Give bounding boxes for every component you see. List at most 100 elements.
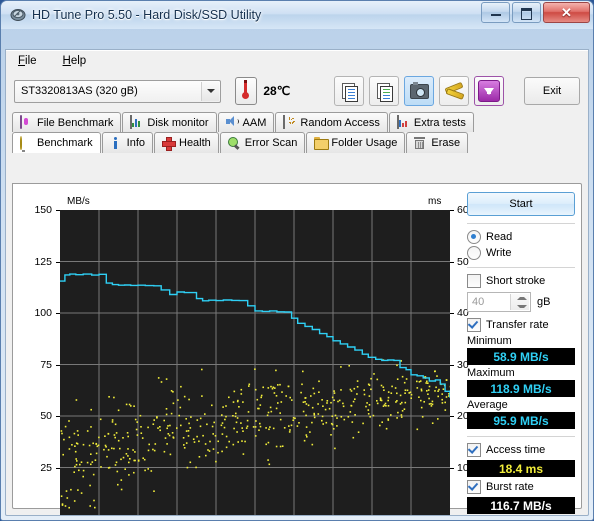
y-axis-tick	[56, 364, 60, 366]
access-time-label: Access time	[486, 444, 546, 456]
short-stroke-spinner[interactable]	[510, 294, 529, 310]
y2-axis-tick	[450, 313, 454, 314]
maximize-button[interactable]	[512, 2, 541, 23]
access-time-checkbox	[467, 443, 481, 457]
tab-label: Health	[179, 137, 211, 149]
window-controls: ✕	[481, 2, 590, 23]
plot-svg	[60, 210, 450, 515]
tab-row-2: Benchmark Info Health Error Scan Folder …	[12, 132, 582, 153]
tab-aam[interactable]: AAM	[217, 112, 275, 132]
red-cross-icon	[162, 136, 176, 151]
burst-rate-value-box: 116.7 MB/s	[467, 497, 575, 514]
spinner-down-icon[interactable]	[515, 302, 529, 310]
exit-label: Exit	[542, 85, 562, 97]
tab-label: Error Scan	[244, 137, 298, 149]
minimum-value-box: 58.9 MB/s	[467, 348, 575, 365]
extra-chart-icon	[396, 115, 410, 129]
burst-rate-checkbox	[467, 480, 481, 494]
flask-icon	[20, 115, 33, 129]
screenshot-button[interactable]	[404, 76, 435, 106]
burst-rate-value: 116.7 MB/s	[490, 498, 552, 513]
average-value: 95.9 MB/s	[493, 413, 549, 428]
temperature-group: 28℃	[235, 77, 290, 105]
folder-icon	[314, 136, 330, 150]
transfer-rate-checkbox	[467, 318, 481, 332]
tab-row-1: File Benchmark Disk monitor AAM Random A…	[12, 111, 582, 132]
options-button[interactable]	[439, 76, 470, 106]
disk-select-value: ST3320813AS (320 gB)	[21, 85, 138, 97]
checkbox-short-stroke[interactable]: Short stroke	[467, 274, 575, 288]
tab-info[interactable]: Info	[101, 132, 153, 153]
download-button[interactable]	[474, 76, 505, 106]
tab-label: Extra tests	[413, 116, 466, 129]
pencils-icon	[444, 81, 465, 100]
thermometer-icon	[235, 77, 258, 105]
tab-random-access[interactable]: Random Access	[275, 112, 388, 132]
average-label: Average	[467, 399, 508, 411]
radio-read[interactable]: Read	[467, 230, 575, 244]
close-button[interactable]: ✕	[543, 2, 590, 23]
plot-area	[60, 210, 450, 515]
burst-rate-label: Burst rate	[486, 481, 534, 493]
maximum-label: Maximum	[467, 367, 515, 379]
transfer-rate-label: Transfer rate	[486, 319, 549, 331]
window-title: HD Tune Pro 5.50 - Hard Disk/SSD Utility	[32, 8, 262, 22]
menu-help[interactable]: Help	[59, 53, 91, 69]
tab-label: Disk monitor	[147, 116, 209, 129]
temperature-value: 28℃	[263, 84, 291, 98]
download-arrow-icon	[478, 80, 501, 102]
access-time-value-box: 18.4 ms	[467, 460, 575, 477]
y-axis-tick	[56, 210, 60, 211]
trash-icon	[414, 136, 427, 150]
y-axis-unit-label: MB/s	[67, 196, 90, 207]
tab-label: Folder Usage	[331, 137, 398, 149]
menu-bar: File Help	[6, 50, 588, 71]
tab-label: Erase	[431, 137, 461, 149]
hard-disk-icon	[10, 7, 26, 23]
tab-label: AAM	[242, 116, 267, 129]
tab-file-benchmark[interactable]: File Benchmark	[12, 112, 122, 132]
disk-select-dropdown[interactable]: ST3320813AS (320 gB)	[14, 79, 222, 103]
maximum-value: 118.9 MB/s	[490, 381, 552, 396]
checkbox-access-time[interactable]: Access time	[467, 443, 575, 457]
tab-label: Random Access	[300, 116, 380, 129]
spinner-up-icon[interactable]	[515, 294, 529, 302]
y-axis-tick-label: 100	[34, 307, 52, 319]
chevron-down-icon[interactable]	[201, 81, 220, 101]
tab-label: Info	[126, 137, 145, 149]
short-stroke-input[interactable]: 40	[467, 292, 531, 312]
short-stroke-checkbox	[467, 274, 481, 288]
y-axis-tick-label: 0	[24, 513, 52, 515]
speaker-icon	[225, 116, 239, 129]
start-button[interactable]: Start	[467, 192, 575, 216]
copy-image-button[interactable]	[369, 76, 400, 106]
tab-erase[interactable]: Erase	[406, 132, 469, 153]
tab-health[interactable]: Health	[154, 132, 219, 153]
magnifier-icon	[227, 136, 241, 150]
tab-error-scan[interactable]: Error Scan	[219, 132, 306, 153]
menu-file[interactable]: File	[14, 53, 41, 69]
benchmark-panel: MB/s ms 0255075100125150 0102030405060 0…	[12, 183, 582, 515]
tab-benchmark[interactable]: Benchmark	[12, 132, 101, 153]
minimize-button[interactable]	[481, 2, 510, 23]
tab-folder-usage[interactable]: Folder Usage	[306, 132, 406, 153]
y2-axis-tick	[450, 467, 454, 469]
camera-icon	[409, 81, 429, 99]
y-axis-tick-label: 50	[40, 410, 52, 422]
divider	[467, 436, 575, 437]
short-stroke-value: 40	[472, 296, 485, 308]
exit-button[interactable]: Exit	[524, 77, 580, 105]
short-stroke-unit: gB	[537, 296, 551, 308]
copy-text-button[interactable]	[334, 76, 365, 106]
y-axis-tick-label: 25	[40, 461, 52, 474]
tab-extra-tests[interactable]: Extra tests	[388, 112, 474, 132]
checkbox-transfer-rate[interactable]: Transfer rate	[467, 318, 575, 332]
y2-axis-tick	[450, 261, 454, 263]
radio-read-label: Read	[486, 231, 513, 243]
radio-write[interactable]: Write	[467, 246, 575, 260]
y2-axis-tick	[450, 210, 454, 211]
checkbox-burst-rate[interactable]: Burst rate	[467, 480, 575, 494]
start-label: Start	[509, 198, 533, 210]
y-axis-tick	[56, 467, 60, 469]
tab-disk-monitor[interactable]: Disk monitor	[122, 112, 217, 132]
